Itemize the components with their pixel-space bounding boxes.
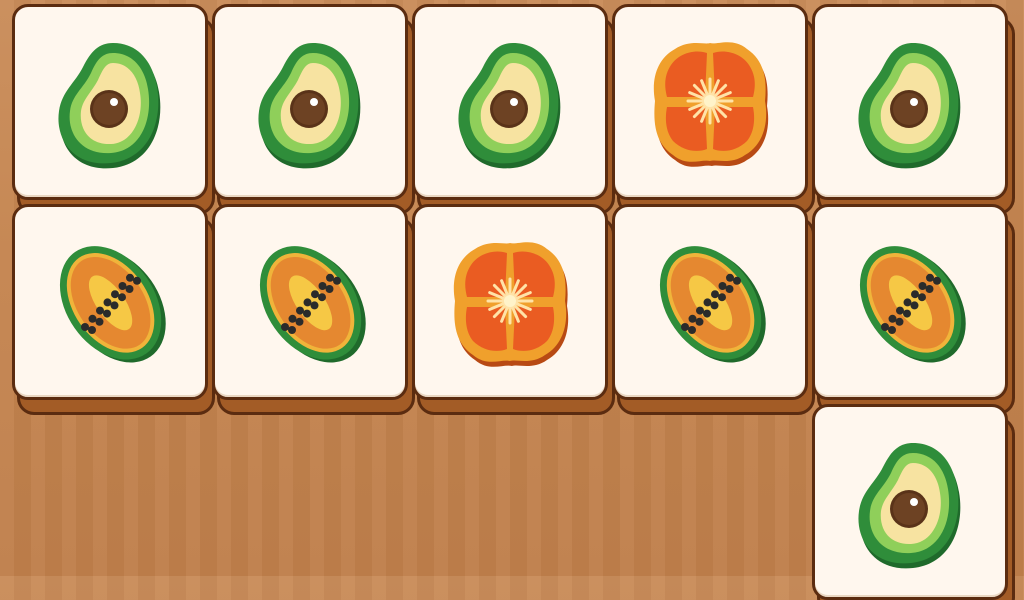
papaya-icon — [615, 207, 805, 397]
tile-r0-c4[interactable] — [812, 4, 1008, 200]
avocado-icon — [215, 7, 405, 197]
avocado-icon — [815, 407, 1005, 597]
tomato-icon — [615, 7, 805, 197]
tile-r1-c4[interactable] — [812, 204, 1008, 400]
tile-r0-c2[interactable] — [412, 4, 608, 200]
game-board — [0, 0, 1024, 600]
avocado-icon — [15, 7, 205, 197]
tile-r1-c0[interactable] — [12, 204, 208, 400]
avocado-icon — [415, 7, 605, 197]
tomato-icon — [415, 207, 605, 397]
papaya-icon — [215, 207, 405, 397]
tile-r0-c0[interactable] — [12, 4, 208, 200]
papaya-icon — [15, 207, 205, 397]
tile-r1-c2[interactable] — [412, 204, 608, 400]
tile-r0-c1[interactable] — [212, 4, 408, 200]
avocado-icon — [815, 7, 1005, 197]
tile-r1-c3[interactable] — [612, 204, 808, 400]
tile-r0-c3[interactable] — [612, 4, 808, 200]
tile-r1-c1[interactable] — [212, 204, 408, 400]
papaya-icon — [815, 207, 1005, 397]
tile-r2-c4[interactable] — [812, 404, 1008, 600]
